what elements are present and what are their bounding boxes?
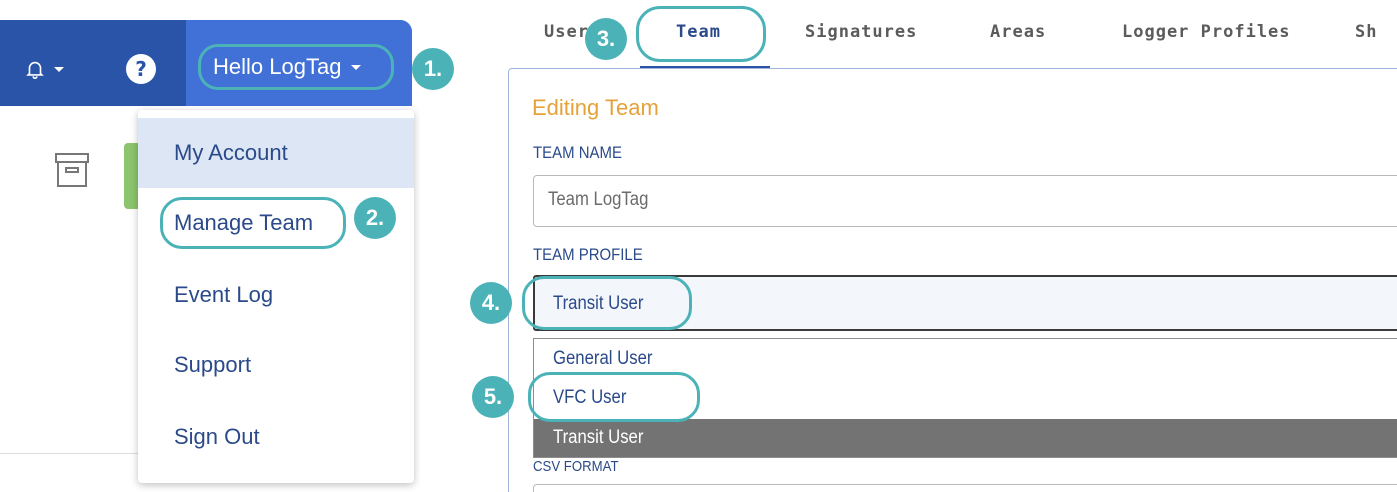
editor-title: Editing Team	[532, 95, 659, 120]
option-highlight	[534, 419, 1397, 457]
menu-item-label: Event Log	[174, 282, 274, 307]
team-name-input[interactable]	[533, 175, 1397, 227]
step-badge-2: 2.	[354, 197, 396, 239]
step-badge-5: 5.	[472, 376, 514, 418]
chevron-down-icon	[351, 64, 362, 70]
step-badge-1: 1.	[412, 48, 454, 90]
top-navbar: ? Hello LogTag	[0, 20, 412, 106]
divider	[0, 453, 140, 454]
menu-item-support[interactable]: Support	[138, 330, 414, 400]
menu-item-sign-out[interactable]: Sign Out	[138, 402, 414, 472]
highlight-ring-team-profile	[522, 276, 692, 330]
user-menu-label: Hello LogTag	[213, 54, 342, 79]
tab-more[interactable]: Sh	[1355, 22, 1377, 42]
help-icon[interactable]: ?	[126, 54, 156, 84]
highlight-ring-manage-team	[160, 197, 346, 249]
user-dropdown-menu: My Account Manage Team Event Log Support…	[138, 110, 414, 483]
csv-format-label: CSV FORMAT	[533, 458, 619, 475]
option-general-user[interactable]: General User	[553, 348, 652, 370]
team-name-label: TEAM NAME	[533, 143, 622, 162]
bell-icon	[26, 61, 44, 79]
user-menu-button[interactable]: Hello LogTag	[198, 44, 394, 90]
tab-signatures[interactable]: Signatures	[805, 22, 917, 42]
user-menu-area: Hello LogTag	[186, 20, 412, 106]
option-transit-user[interactable]: Transit User	[553, 427, 643, 449]
menu-item-event-log[interactable]: Event Log	[138, 260, 414, 330]
menu-item-label: My Account	[174, 140, 288, 165]
chevron-down-icon	[54, 66, 64, 72]
csv-format-select[interactable]	[533, 484, 1397, 492]
menu-item-my-account[interactable]: My Account	[138, 118, 414, 188]
notifications-button[interactable]	[24, 54, 84, 84]
team-name-value: Team LogTag	[548, 189, 649, 210]
highlight-ring-team-tab	[636, 6, 766, 62]
team-profile-label: TEAM PROFILE	[533, 245, 643, 264]
highlight-ring-vfc-user	[528, 372, 700, 422]
menu-item-label: Sign Out	[174, 424, 260, 449]
step-badge-4: 4.	[470, 282, 512, 324]
menu-item-label: Support	[174, 352, 252, 377]
tab-logger-profiles[interactable]: Logger Profiles	[1122, 22, 1291, 42]
step-badge-3: 3.	[585, 18, 627, 60]
archive-icon[interactable]	[54, 150, 90, 190]
tab-areas[interactable]: Areas	[990, 22, 1046, 42]
